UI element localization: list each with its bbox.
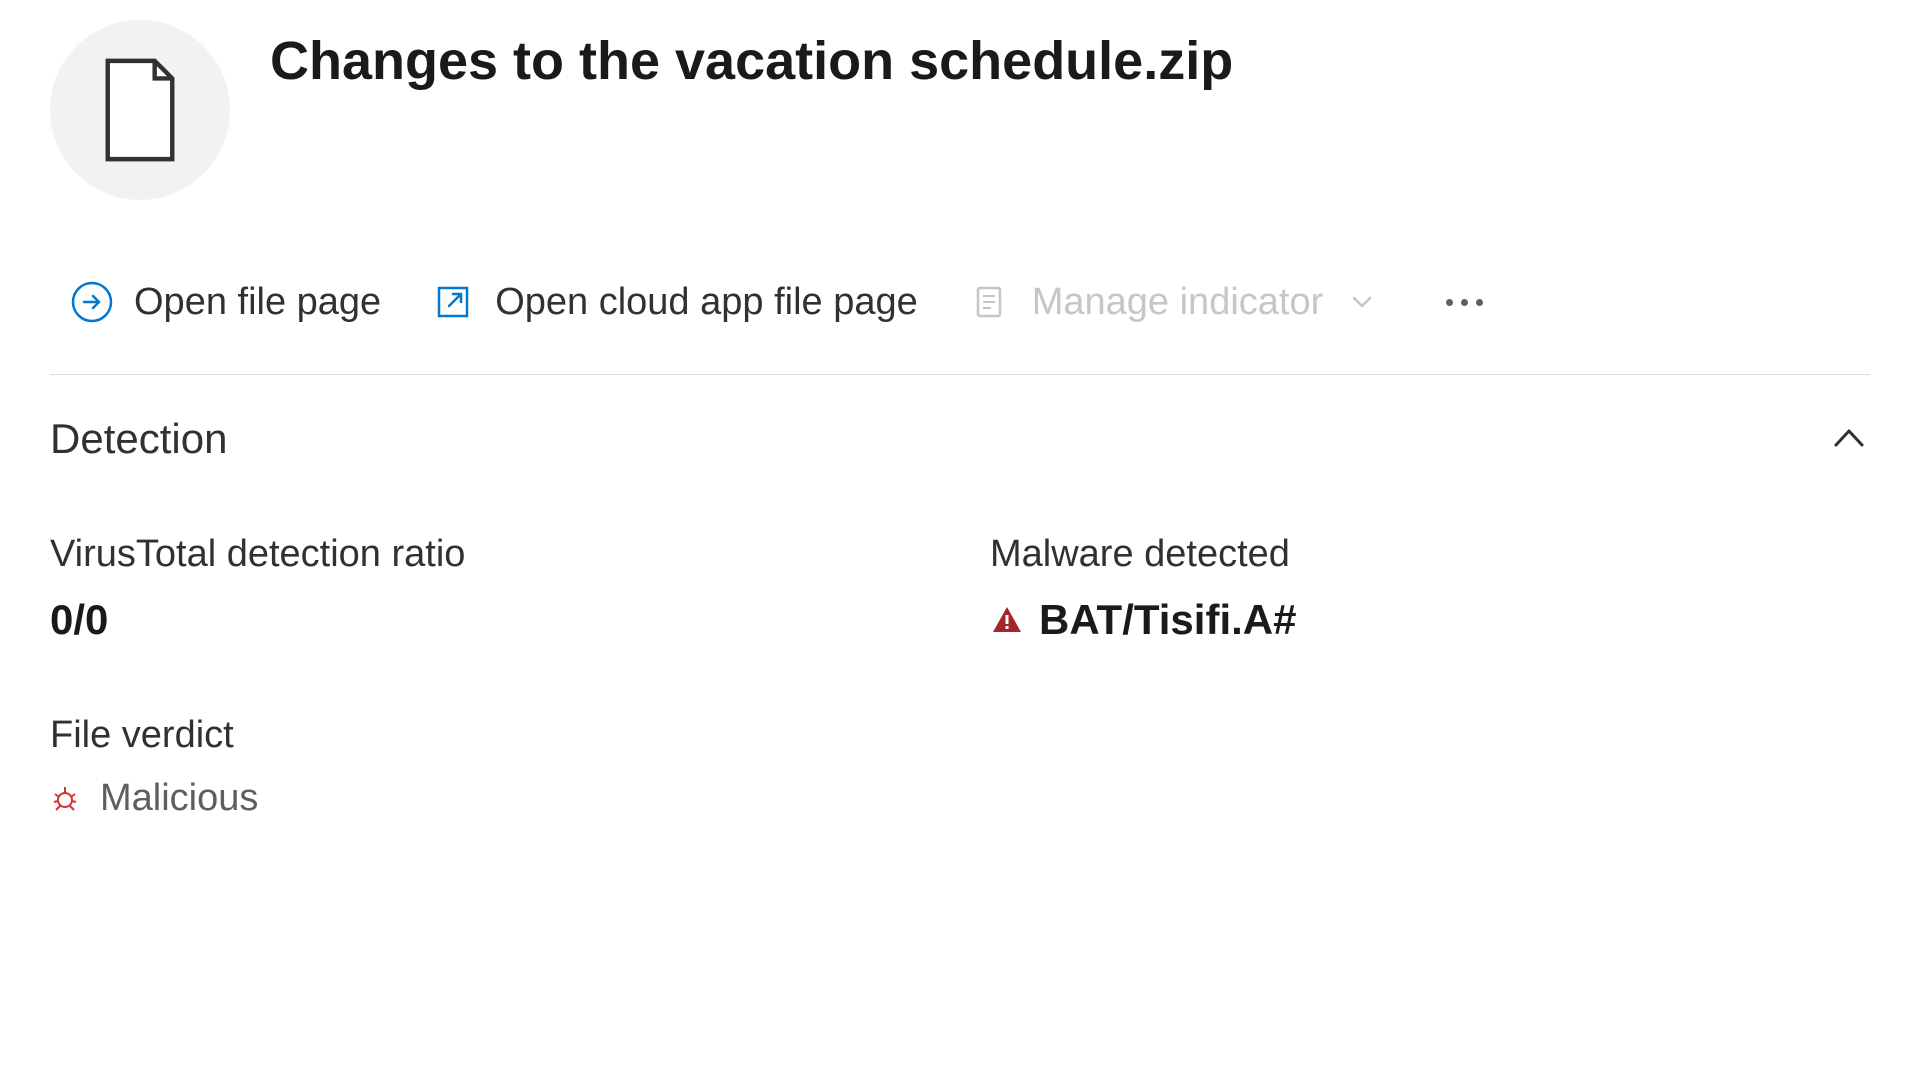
file-icon (95, 55, 185, 165)
detection-section-header[interactable]: Detection (50, 415, 1870, 463)
open-file-page-button[interactable]: Open file page (70, 280, 381, 324)
virus-total-label: VirusTotal detection ratio (50, 533, 930, 576)
file-title: Changes to the vacation schedule.zip (270, 30, 1233, 92)
malware-name: BAT/Tisifi.A# (1039, 596, 1296, 644)
file-verdict-value: Malicious (50, 777, 1870, 820)
manage-indicator-button[interactable]: Manage indicator (968, 280, 1377, 324)
file-header: Changes to the vacation schedule.zip (50, 20, 1870, 200)
open-cloud-app-label: Open cloud app file page (495, 281, 918, 324)
open-external-icon (431, 280, 475, 324)
open-cloud-app-button[interactable]: Open cloud app file page (431, 280, 918, 324)
manage-indicator-label: Manage indicator (1032, 281, 1324, 324)
warning-triangle-icon (990, 603, 1024, 637)
file-verdict-label: File verdict (50, 714, 1870, 757)
malware-detected-item: Malware detected BAT/Tisifi.A# (990, 533, 1870, 644)
file-verdict-item: File verdict Malicious (50, 714, 1870, 820)
toolbar: Open file page Open cloud app file page … (50, 280, 1870, 324)
edit-icon (968, 280, 1012, 324)
chevron-up-icon (1828, 418, 1870, 460)
malware-detected-label: Malware detected (990, 533, 1870, 576)
open-file-page-label: Open file page (134, 281, 381, 324)
chevron-down-icon (1348, 288, 1376, 316)
more-options-button[interactable] (1446, 299, 1483, 306)
virus-total-item: VirusTotal detection ratio 0/0 (50, 533, 930, 644)
file-icon-container (50, 20, 230, 200)
arrow-right-circle-icon (70, 280, 114, 324)
bug-icon (50, 784, 80, 814)
section-divider (50, 374, 1870, 375)
detection-section-title: Detection (50, 415, 227, 463)
file-verdict-text: Malicious (100, 777, 258, 820)
malware-detected-value: BAT/Tisifi.A# (990, 596, 1870, 644)
detection-grid: VirusTotal detection ratio 0/0 Malware d… (50, 533, 1870, 644)
virus-total-value: 0/0 (50, 596, 930, 644)
